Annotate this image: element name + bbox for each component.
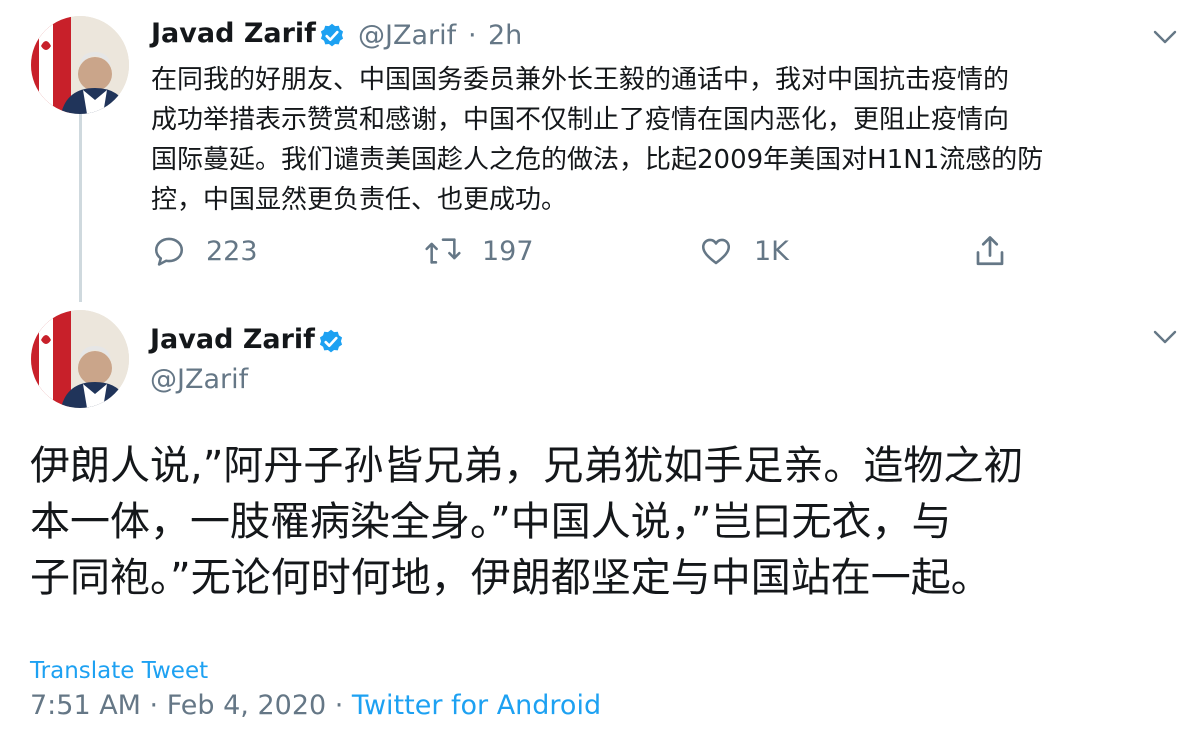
retweet-icon <box>425 238 461 264</box>
tweet-text-line: 本一体，一肢罹病染全身。”中国人说，”岂曰无衣，与 <box>30 499 952 545</box>
verified-badge-icon <box>320 23 344 47</box>
reply-icon <box>154 237 184 266</box>
separator-dot: · <box>468 20 477 51</box>
tweet-text-line: 控，中国显然更负责任、也更成功。 <box>151 185 568 215</box>
reply-count: 223 <box>206 235 258 267</box>
tweet-source-link[interactable]: Twitter for Android <box>352 690 601 721</box>
chevron-down-icon[interactable] <box>1152 328 1178 346</box>
display-name[interactable]: Javad Zarif <box>151 18 316 49</box>
avatar-photo <box>31 16 129 114</box>
reply-button[interactable]: 223 <box>152 234 258 268</box>
retweet-count: 197 <box>482 235 534 267</box>
avatar[interactable] <box>31 16 129 114</box>
avatar[interactable] <box>31 310 129 408</box>
verified-badge-icon <box>319 329 343 353</box>
like-button[interactable]: 1K <box>698 234 789 268</box>
tweet-metadata: 7:51 AM · Feb 4, 2020 · Twitter for Andr… <box>30 690 601 721</box>
share-icon <box>976 236 1004 266</box>
heart-icon <box>701 238 731 265</box>
like-count: 1K <box>754 235 789 267</box>
retweet-button[interactable]: 197 <box>424 234 534 268</box>
chevron-down-icon[interactable] <box>1152 28 1178 46</box>
translate-tweet-link[interactable]: Translate Tweet <box>30 658 208 684</box>
tweet-text-line: 伊朗人说,”阿丹子孙皆兄弟，兄弟犹如手足亲。造物之初 <box>30 443 1024 489</box>
tweet-text-line: 成功举措表示赞赏和感谢，中国不仅制止了疫情在国内恶化，更阻止疫情向 <box>151 105 1010 135</box>
display-name[interactable]: Javad Zarif <box>150 324 315 355</box>
username-handle[interactable]: @JZarif <box>150 364 248 395</box>
share-button[interactable] <box>972 232 1008 270</box>
tweet-text-line: 在同我的好朋友、中国国务委员兼外长王毅的通话中，我对中国抗击疫情的 <box>151 65 1010 95</box>
tweet-text-line: 子同袍。”无论何时何地，伊朗都坚定与中国站在一起。 <box>30 555 991 601</box>
avatar-photo <box>31 310 129 408</box>
thread-connector-line <box>79 114 82 302</box>
tweet-text: 在同我的好朋友、中国国务委员兼外长王毅的通话中，我对中国抗击疫情的 成功举措表示… <box>151 60 1171 220</box>
username-handle[interactable]: @JZarif <box>358 20 456 51</box>
tweet-time[interactable]: 2h <box>488 20 522 51</box>
tweet-text: 伊朗人说,”阿丹子孙皆兄弟，兄弟犹如手足亲。造物之初 本一体，一肢罹病染全身。”… <box>30 438 1190 606</box>
tweet-timestamp[interactable]: 7:51 AM · Feb 4, 2020 · <box>30 690 352 721</box>
tweet-text-line: 国际蔓延。我们谴责美国趁人之危的做法，比起2009年美国对H1N1流感的防 <box>151 145 1044 175</box>
